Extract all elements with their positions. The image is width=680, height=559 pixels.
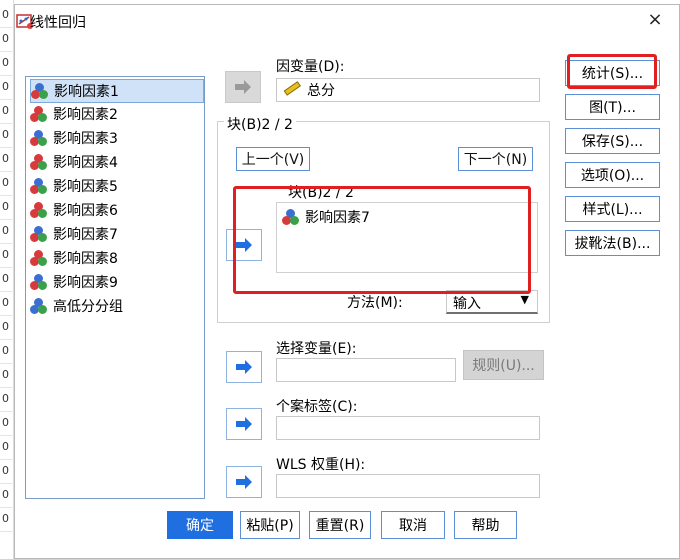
wls-field[interactable] (276, 474, 540, 498)
arrow-right-icon (236, 475, 252, 489)
dependent-label: 因变量(D): (276, 59, 345, 75)
plots-button[interactable]: 图(T)... (565, 94, 660, 120)
background-cell: 0 (0, 124, 14, 148)
case-label-field[interactable] (276, 416, 540, 440)
variable-label: 影响因素8 (53, 251, 118, 267)
case-label-label: 个案标签(C): (276, 399, 358, 415)
variable-list-item[interactable]: 高低分分组 (30, 295, 202, 317)
wls-label: WLS 权重(H): (276, 457, 366, 473)
selection-label: 选择变量(E): (276, 341, 357, 357)
variable-balls-icon (30, 154, 48, 170)
variable-label: 影响因素9 (53, 275, 118, 291)
variable-list-item[interactable]: 影响因素6 (30, 199, 202, 221)
style-button[interactable]: 样式(L)... (565, 196, 660, 222)
variable-label: 影响因素1 (54, 84, 119, 100)
variable-list-item[interactable]: 影响因素1 (30, 79, 204, 103)
variable-balls-icon (30, 178, 48, 194)
background-cell: 0 (0, 172, 14, 196)
background-cell: 0 (0, 76, 14, 100)
background-cell: 0 (0, 196, 14, 220)
bootstrap-button[interactable]: 拔靴法(B)... (565, 230, 660, 256)
method-label: 方法(M): (347, 295, 403, 311)
selection-move-button[interactable] (226, 351, 262, 383)
variable-label: 影响因素4 (53, 155, 118, 171)
background-cell: 0 (0, 268, 14, 292)
variable-list-item[interactable]: 影响因素7 (30, 223, 202, 245)
background-cell: 0 (0, 460, 14, 484)
background-cell: 0 (0, 52, 14, 76)
help-button[interactable]: 帮助 (454, 511, 517, 539)
block-group-label: 块(B)2 / 2 (224, 114, 296, 134)
dependent-field[interactable]: 总分 (276, 78, 540, 102)
variable-label: 影响因素5 (53, 179, 118, 195)
background-cell: 0 (0, 100, 14, 124)
paste-button[interactable]: 粘贴(P) (240, 511, 300, 539)
background-cell: 0 (0, 244, 14, 268)
highlight-box-block (233, 186, 531, 294)
variable-label: 影响因素6 (53, 203, 118, 219)
arrow-right-icon (236, 360, 252, 374)
cancel-button[interactable]: 取消 (381, 511, 445, 539)
highlight-box-statistics (567, 54, 657, 89)
dialog-title: 线性回归 (30, 15, 86, 31)
dependent-move-button[interactable] (225, 71, 261, 103)
variable-list-item[interactable]: 影响因素5 (30, 175, 202, 197)
background-cell: 0 (0, 220, 14, 244)
background-cell: 0 (0, 340, 14, 364)
arrow-right-icon (235, 80, 251, 94)
close-icon[interactable]: × (643, 8, 667, 32)
background-cell: 0 (0, 364, 14, 388)
variable-balls-icon (30, 250, 48, 266)
background-cell: 0 (0, 316, 14, 340)
variable-label: 影响因素7 (53, 227, 118, 243)
background-cell: 0 (0, 292, 14, 316)
background-cell: 0 (0, 508, 14, 532)
selection-field[interactable] (276, 358, 456, 382)
arrow-right-icon (236, 417, 252, 431)
chevron-down-icon: ▼ (520, 293, 529, 306)
save-button[interactable]: 保存(S)... (565, 128, 660, 154)
wls-move-button[interactable] (226, 466, 262, 498)
variable-balls-icon (30, 274, 48, 290)
reset-button[interactable]: 重置(R) (309, 511, 371, 539)
variable-list-item[interactable]: 影响因素8 (30, 247, 202, 269)
variable-balls-icon (30, 298, 48, 314)
dependent-value: 总分 (307, 83, 335, 99)
rule-button[interactable]: 规则(U)... (463, 350, 544, 380)
method-value: 输入 (453, 296, 481, 312)
variable-list-item[interactable]: 影响因素9 (30, 271, 202, 293)
variable-balls-icon (31, 83, 49, 99)
case-label-move-button[interactable] (226, 408, 262, 440)
variable-label: 影响因素3 (53, 131, 118, 147)
background-cell: 0 (0, 4, 14, 28)
background-cell: 0 (0, 388, 14, 412)
variable-label: 高低分分组 (53, 299, 123, 315)
background-cell: 0 (0, 484, 14, 508)
ruler-icon (283, 80, 301, 100)
background-cell: 0 (0, 436, 14, 460)
variable-balls-icon (30, 130, 48, 146)
variable-list-item[interactable]: 影响因素4 (30, 151, 202, 173)
source-variable-list[interactable]: 影响因素1 影响因素2 影响因素3 影响因素4 影响因素5 影响因素6 影响因素7 影响因素8… (25, 76, 205, 499)
ok-button[interactable]: 确定 (167, 511, 233, 539)
variable-balls-icon (30, 106, 48, 122)
variable-balls-icon (30, 202, 48, 218)
variable-balls-icon (30, 226, 48, 242)
variable-list-item[interactable]: 影响因素2 (30, 103, 202, 125)
variable-label: 影响因素2 (53, 107, 118, 123)
next-block-button[interactable]: 下一个(N) (458, 147, 533, 171)
background-cell: 0 (0, 148, 14, 172)
background-cell: 0 (0, 412, 14, 436)
previous-block-button[interactable]: 上一个(V) (236, 147, 310, 171)
options-button[interactable]: 选项(O)... (565, 162, 660, 188)
variable-list-item[interactable]: 影响因素3 (30, 127, 202, 149)
background-cell: 0 (0, 28, 14, 52)
